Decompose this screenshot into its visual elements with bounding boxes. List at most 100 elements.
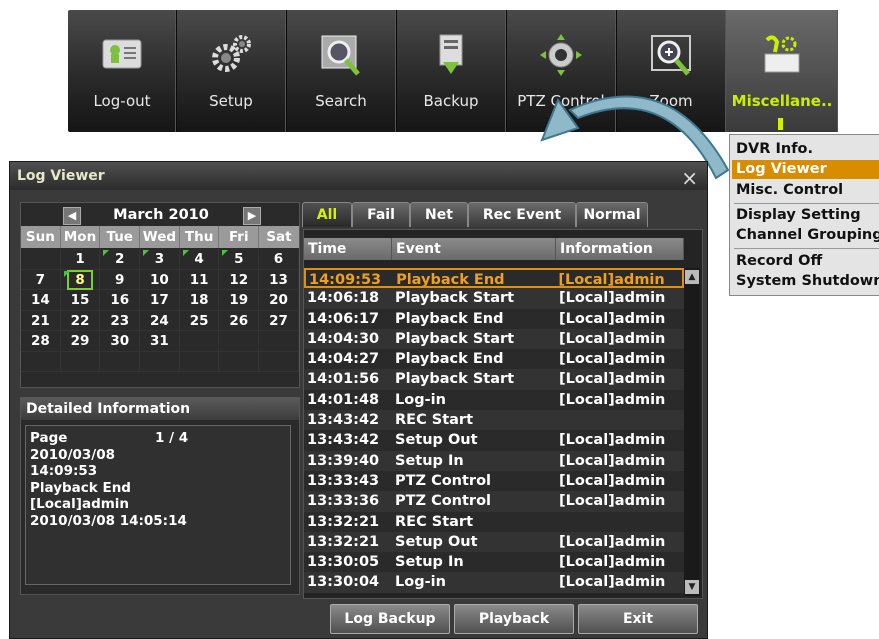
column-header-information[interactable]: Information	[556, 238, 684, 260]
menu-item-misc-control[interactable]: Misc. Control	[736, 181, 843, 200]
calendar-day[interactable]: 14	[21, 290, 61, 311]
calendar-month: March 2010	[113, 207, 209, 223]
calendar-day[interactable]: 11	[179, 269, 220, 290]
column-header-time[interactable]: Time	[304, 238, 392, 260]
log-event: Playback End	[395, 351, 504, 368]
calendar-day[interactable]: 13	[259, 269, 299, 290]
menu-item-system-shutdown[interactable]: System Shutdown	[736, 272, 879, 291]
calendar-day-number: 6	[273, 251, 284, 267]
log-row[interactable]: 13:32:21 Setup Out [Local]admin	[304, 531, 684, 553]
calendar-day[interactable]: 2	[100, 249, 141, 270]
log-row[interactable]: 14:01:56 Playback Start [Local]admin	[304, 369, 684, 390]
log-time: 13:39:40	[307, 452, 380, 469]
menu-item-log-viewer[interactable]: Log Viewer	[732, 160, 879, 179]
calendar-day-number: 19	[229, 292, 249, 308]
log-row[interactable]: 14:06:18 Playback Start [Local]admin	[304, 288, 684, 309]
calendar-day[interactable]: 8	[60, 269, 101, 290]
tab-all[interactable]: All	[302, 202, 352, 227]
log-time: 14:06:17	[307, 310, 380, 327]
calendar-day	[259, 351, 299, 372]
calendar-day-number: 7	[35, 271, 46, 288]
calendar-day[interactable]: 25	[179, 310, 220, 331]
menu-item-record-off[interactable]: Record Off	[736, 252, 822, 271]
menu-item-display-setting[interactable]: Display Setting	[736, 206, 861, 225]
calendar-week: 1 2 3 4 5 6	[21, 249, 299, 270]
tab-fail[interactable]: Fail	[352, 202, 410, 227]
log-row[interactable]: 14:01:48 Log-in [Local]admin	[304, 389, 684, 411]
log-information: [Local]admin	[559, 554, 666, 571]
calendar-day[interactable]: 9	[100, 269, 141, 290]
calendar-day[interactable]: 26	[219, 310, 260, 331]
log-row[interactable]: 14:06:17 Playback End [Local]admin	[304, 308, 684, 329]
calendar-day[interactable]: 5	[219, 249, 260, 270]
calendar-day[interactable]: 20	[259, 290, 299, 311]
calendar-day[interactable]: 15	[60, 290, 101, 311]
calendar-day-number: 21	[30, 312, 50, 329]
calendar-weekdays: Sun Mon Tue Wed Thu Fri Sat	[21, 226, 299, 248]
weekday-label: Sun	[21, 226, 61, 248]
setup-button[interactable]: Setup	[176, 10, 287, 132]
close-icon[interactable]: ×	[681, 164, 698, 192]
miscellaneous-button[interactable]: Miscellane..	[726, 10, 838, 132]
calendar-day[interactable]: 28	[21, 331, 61, 352]
column-header-event[interactable]: Event	[392, 238, 556, 260]
log-row[interactable]: 14:04:30 Playback Start [Local]admin	[304, 328, 684, 350]
log-scrollbar[interactable]: ▲ ▼	[684, 268, 700, 596]
log-row[interactable]: 13:30:05 Setup In [Local]admin	[304, 552, 684, 573]
calendar-day[interactable]: 23	[100, 310, 141, 331]
calendar-day-number: 31	[150, 333, 169, 349]
scroll-down-icon[interactable]: ▼	[685, 580, 699, 594]
calendar-day[interactable]: 1	[60, 249, 101, 270]
log-time: 14:01:48	[307, 391, 380, 408]
calendar-nav: ◀ March 2010 ▶	[21, 205, 299, 225]
log-row[interactable]: 13:33:36 PTZ Control [Local]admin	[304, 491, 684, 512]
calendar: ◀ March 2010 ▶ Sun Mon Tue Wed Thu Fri S…	[20, 202, 300, 388]
calendar-week	[21, 351, 299, 372]
log-row[interactable]: 14:09:53 Playback End [Local]admin	[304, 268, 684, 289]
next-month-icon[interactable]: ▶	[243, 207, 261, 225]
log-row[interactable]: 13:43:42 Setup Out [Local]admin	[304, 430, 684, 451]
calendar-day[interactable]: 7	[21, 269, 61, 290]
menu-item-channel-grouping[interactable]: Channel Grouping	[736, 226, 879, 245]
tab-normal[interactable]: Normal	[576, 202, 648, 227]
playback-button[interactable]: Playback	[454, 604, 574, 634]
calendar-day-number: 29	[70, 333, 90, 349]
calendar-day[interactable]: 30	[100, 331, 141, 352]
tab-rec-event[interactable]: Rec Event	[468, 202, 576, 227]
calendar-day-number: 22	[70, 312, 90, 329]
calendar-day[interactable]: 10	[140, 269, 180, 290]
calendar-day[interactable]: 24	[140, 310, 180, 331]
calendar-day[interactable]: 12	[219, 269, 260, 290]
calendar-day[interactable]: 17	[140, 290, 180, 311]
calendar-day	[140, 351, 180, 372]
log-row[interactable]: 13:39:40 Setup In [Local]admin	[304, 450, 684, 471]
scroll-up-icon[interactable]: ▲	[685, 270, 699, 284]
page-line: Page 1 / 4	[30, 430, 286, 447]
calendar-day[interactable]: 18	[179, 290, 220, 311]
log-backup-button[interactable]: Log Backup	[330, 604, 450, 634]
search-button[interactable]: Search	[286, 10, 397, 132]
calendar-day[interactable]: 19	[219, 290, 260, 311]
menu-item-dvr-info[interactable]: DVR Info.	[736, 140, 813, 159]
tab-net[interactable]: Net	[410, 202, 468, 227]
calendar-day[interactable]: 22	[60, 310, 101, 331]
log-row[interactable]: 13:33:43 PTZ Control [Local]admin	[304, 470, 684, 492]
calendar-day[interactable]: 31	[140, 331, 180, 352]
log-row[interactable]: 14:04:27 Playback End [Local]admin	[304, 349, 684, 370]
log-row[interactable]: 13:43:42 REC Start	[304, 410, 684, 431]
logout-button[interactable]: Log-out	[68, 10, 177, 132]
calendar-day-number: 30	[110, 333, 130, 349]
calendar-day[interactable]: 4	[179, 249, 220, 270]
calendar-day[interactable]: 16	[100, 290, 141, 311]
log-row[interactable]: 13:32:21 REC Start	[304, 511, 684, 532]
calendar-day[interactable]: 3	[140, 249, 180, 270]
log-row[interactable]: 13:30:04 Log-in [Local]admin	[304, 572, 684, 593]
calendar-day[interactable]: 6	[259, 249, 299, 270]
prev-month-icon[interactable]: ◀	[63, 207, 81, 225]
calendar-day[interactable]: 29	[60, 331, 101, 352]
log-time: 13:30:04	[307, 574, 380, 591]
calendar-day[interactable]: 27	[259, 310, 299, 331]
exit-button[interactable]: Exit	[578, 604, 698, 634]
calendar-day	[21, 249, 61, 270]
calendar-day[interactable]: 21	[21, 310, 61, 331]
